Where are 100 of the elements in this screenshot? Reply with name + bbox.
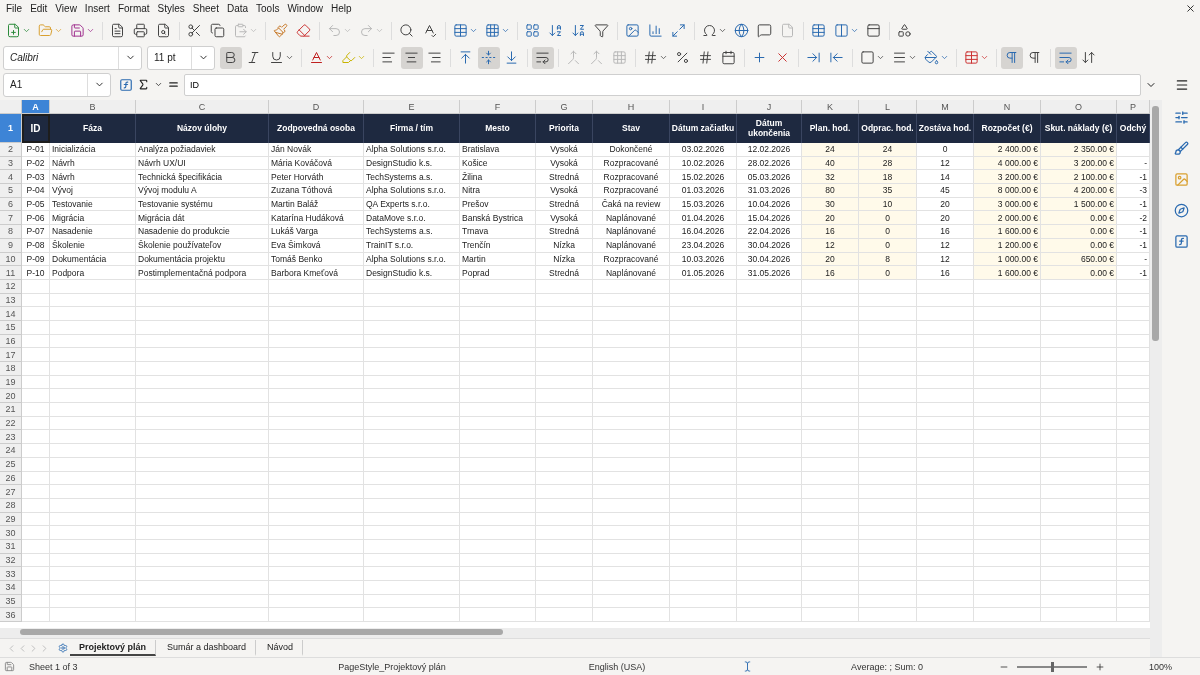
row-header[interactable]: 33 bbox=[0, 567, 22, 581]
table-cell: Rozpracované bbox=[593, 170, 670, 185]
row-header[interactable]: 1 bbox=[0, 114, 22, 143]
table-cell: 4 200.00 € bbox=[1041, 184, 1117, 198]
row-header[interactable]: 20 bbox=[0, 389, 22, 404]
caret-icon[interactable] bbox=[154, 80, 163, 89]
table-cell: DataMove s.r.o. bbox=[364, 211, 460, 226]
sort-ascending-icon bbox=[548, 23, 563, 38]
table-cell: 31.03.2026 bbox=[737, 184, 802, 198]
column-header[interactable]: G bbox=[536, 100, 593, 114]
menu-item[interactable]: View bbox=[53, 3, 83, 14]
menu-item[interactable]: Data bbox=[224, 3, 255, 14]
brush-icon[interactable] bbox=[1173, 141, 1189, 156]
column-header[interactable]: J bbox=[737, 100, 802, 114]
zoom-in-icon[interactable] bbox=[1095, 661, 1105, 672]
formula-input[interactable]: ID bbox=[184, 73, 1141, 96]
column-header[interactable]: D bbox=[269, 100, 364, 114]
table-cell: 01.05.2026 bbox=[670, 266, 737, 280]
column-header[interactable]: E bbox=[364, 100, 460, 114]
sheet-tab[interactable]: Návod bbox=[258, 640, 304, 656]
column-header[interactable]: P bbox=[1117, 100, 1150, 114]
caret-icon bbox=[343, 26, 352, 35]
row-header[interactable]: 21 bbox=[0, 403, 22, 417]
menu-item[interactable]: Tools bbox=[254, 3, 286, 14]
menu-icon[interactable] bbox=[1175, 77, 1189, 92]
column-header[interactable]: B bbox=[50, 100, 136, 114]
row-header[interactable]: 17 bbox=[0, 348, 22, 362]
row-header[interactable]: 8 bbox=[0, 225, 22, 239]
row-header[interactable]: 5 bbox=[0, 184, 22, 198]
comment-icon bbox=[757, 23, 772, 38]
column-header[interactable]: N bbox=[974, 100, 1041, 114]
table-cell: 0 bbox=[917, 143, 974, 157]
table-cell: 0 bbox=[859, 225, 917, 239]
table-cell: 31.05.2026 bbox=[737, 266, 802, 280]
row-header[interactable]: 2 bbox=[0, 143, 22, 157]
number-icon bbox=[698, 50, 713, 65]
row-header[interactable]: 27 bbox=[0, 485, 22, 499]
row-header[interactable]: 24 bbox=[0, 444, 22, 458]
font-name-field[interactable]: Calibri bbox=[3, 45, 142, 70]
compass-icon[interactable] bbox=[1173, 203, 1189, 218]
header-cell: Plan. hod. bbox=[802, 114, 859, 143]
column-header[interactable]: O bbox=[1041, 100, 1117, 114]
table-cell: 2 100.00 € bbox=[1041, 170, 1117, 185]
menu-item[interactable]: Help bbox=[329, 3, 358, 14]
column-header[interactable]: M bbox=[917, 100, 974, 114]
column-header[interactable]: A bbox=[22, 100, 50, 114]
close-icon[interactable] bbox=[1185, 3, 1196, 14]
menu-item[interactable]: Insert bbox=[82, 3, 116, 14]
table-cell: Zuzana Tóthová bbox=[269, 184, 364, 198]
table-cell: 35 bbox=[859, 184, 917, 198]
insert-chart-icon bbox=[648, 23, 663, 38]
column-header[interactable]: C bbox=[136, 100, 269, 114]
function-wizard-icon[interactable] bbox=[119, 77, 133, 92]
column-header[interactable]: H bbox=[593, 100, 670, 114]
column-header[interactable]: K bbox=[802, 100, 859, 114]
align-middle-button[interactable] bbox=[478, 46, 500, 69]
sum-icon[interactable] bbox=[137, 78, 150, 91]
properties-icon[interactable] bbox=[1173, 110, 1189, 125]
row-header[interactable]: 36 bbox=[0, 608, 22, 623]
table-cell: Rozpracované bbox=[593, 184, 670, 198]
row-header[interactable]: 34 bbox=[0, 581, 22, 595]
row-header[interactable]: 11 bbox=[0, 266, 22, 280]
sheet-tab[interactable]: Sumár a dashboard bbox=[158, 640, 257, 656]
scrollbar-thumb[interactable] bbox=[20, 629, 503, 635]
menu-item[interactable]: Format bbox=[115, 3, 156, 14]
underline-icon bbox=[269, 50, 284, 65]
column-header[interactable]: F bbox=[460, 100, 536, 114]
zoom-level[interactable]: 100% bbox=[1149, 661, 1173, 672]
table-cell: 01.03.2026 bbox=[670, 184, 737, 198]
wrap-text-button[interactable] bbox=[532, 46, 554, 69]
row-header[interactable]: 14 bbox=[0, 307, 22, 321]
bold-button[interactable] bbox=[220, 46, 242, 69]
table-cell: Technická špecifikácia bbox=[136, 170, 269, 185]
table-cell: 0 bbox=[859, 211, 917, 226]
column-header[interactable]: I bbox=[670, 100, 737, 114]
align-middle-icon bbox=[481, 50, 496, 65]
name-box[interactable]: A1 bbox=[3, 72, 111, 97]
menu-item[interactable]: Styles bbox=[155, 3, 191, 14]
left-to-right-button[interactable] bbox=[1001, 46, 1023, 69]
function-icon[interactable] bbox=[1173, 234, 1189, 249]
menu-item[interactable]: Window bbox=[285, 3, 329, 14]
align-center-button[interactable] bbox=[401, 46, 423, 69]
column-header[interactable]: L bbox=[859, 100, 917, 114]
table-cell: Naplánované bbox=[593, 211, 670, 226]
header-cell: Dátum ukončenia bbox=[737, 114, 802, 143]
row-header[interactable]: 4 bbox=[0, 170, 22, 185]
menu-item[interactable]: File bbox=[4, 3, 29, 14]
menu-item[interactable]: Edit bbox=[28, 3, 54, 14]
row-header[interactable]: 7 bbox=[0, 211, 22, 226]
scrollbar-thumb[interactable] bbox=[1152, 106, 1159, 341]
font-size-field[interactable]: 11 pt bbox=[147, 45, 215, 70]
row-header[interactable]: 30 bbox=[0, 526, 22, 540]
text-direction-button[interactable] bbox=[1055, 46, 1077, 69]
caret-icon bbox=[876, 53, 885, 62]
menu-item[interactable]: Sheet bbox=[190, 3, 225, 14]
row-header[interactable]: 18 bbox=[0, 362, 22, 376]
caret-icon bbox=[718, 26, 727, 35]
table-cell: Dokončené bbox=[593, 143, 670, 157]
sheet-tab[interactable]: Projektový plán bbox=[70, 640, 157, 656]
row-header[interactable]: 23 bbox=[0, 430, 22, 445]
